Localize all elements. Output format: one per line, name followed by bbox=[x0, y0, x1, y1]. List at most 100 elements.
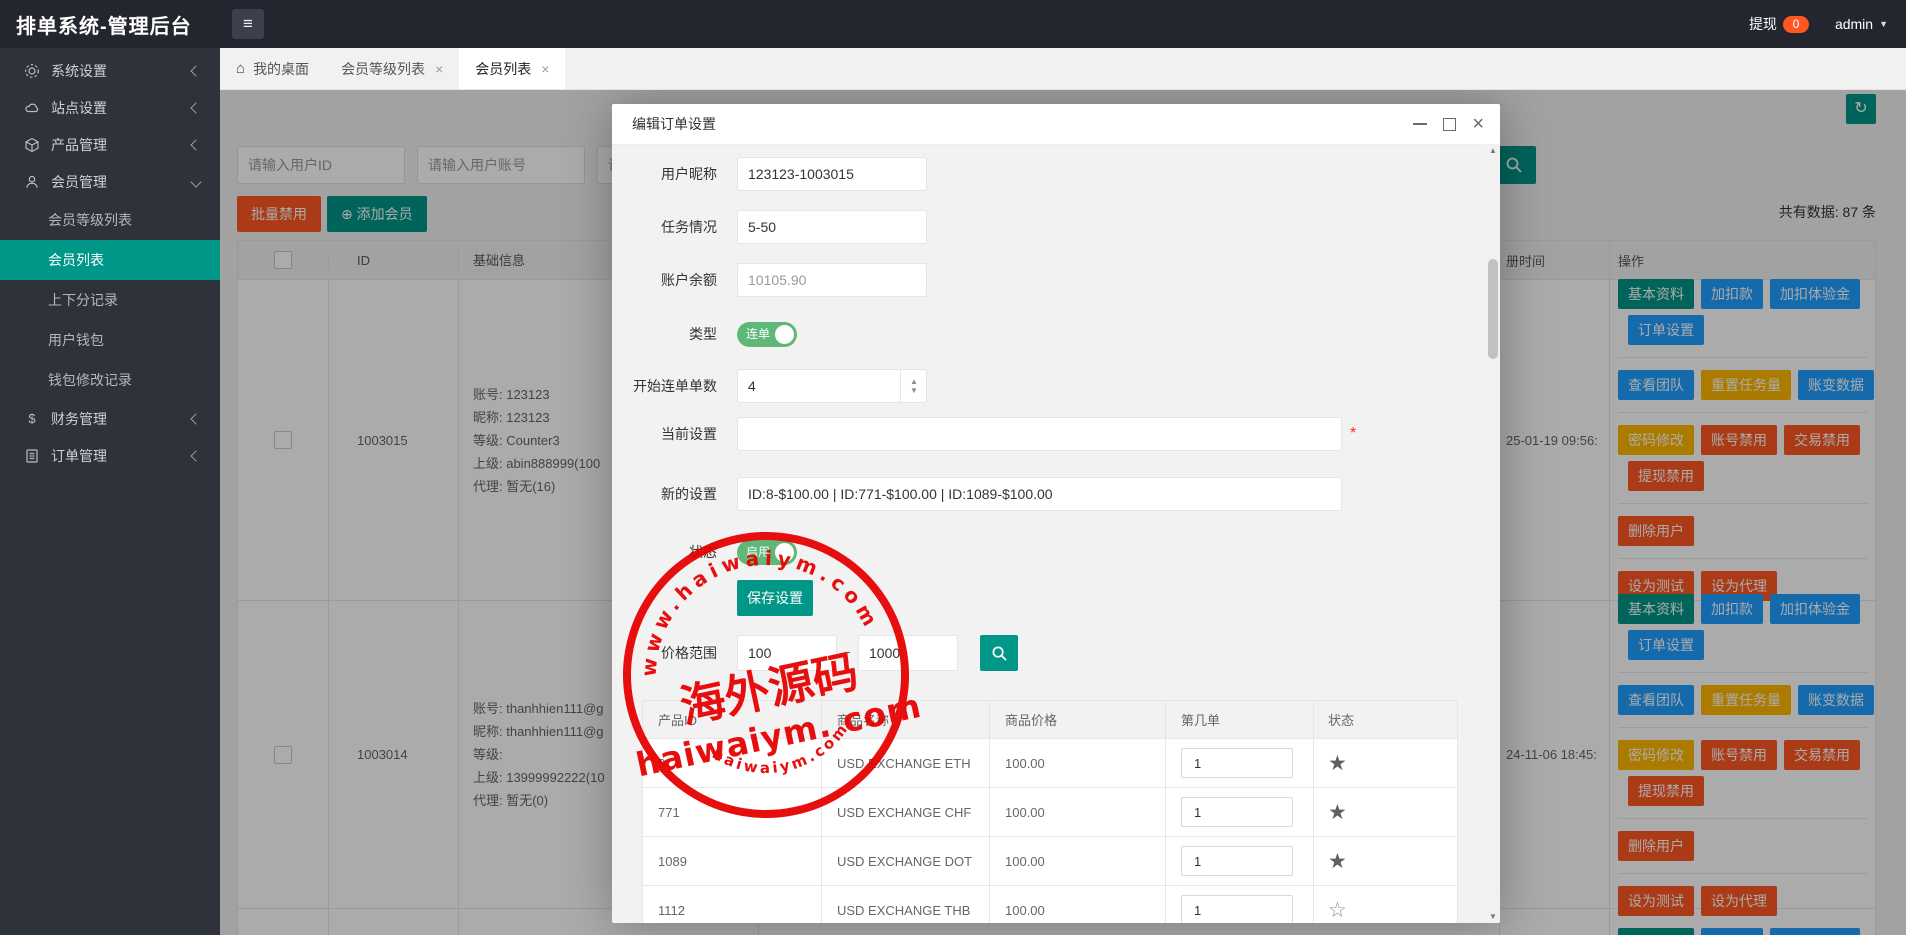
save-button[interactable]: 保存设置 bbox=[737, 580, 813, 616]
product-price: 100.00 bbox=[989, 886, 1165, 923]
number-stepper[interactable]: ▲▼ bbox=[900, 370, 927, 402]
chevron-left-icon bbox=[190, 102, 201, 113]
sidebar-item-system-settings[interactable]: 系统设置 bbox=[0, 52, 220, 89]
chevron-left-icon bbox=[190, 450, 201, 461]
close-icon[interactable]: × bbox=[541, 61, 549, 77]
type-label: 类型 bbox=[612, 318, 717, 350]
product-name: USD EXCHANGE CHF bbox=[821, 788, 989, 836]
status-toggle[interactable]: 启用 bbox=[737, 540, 797, 565]
withdraw-label: 提现 bbox=[1749, 14, 1777, 34]
product-price: 100.00 bbox=[989, 739, 1165, 787]
nth-order-input[interactable] bbox=[1181, 846, 1293, 876]
close-icon[interactable]: × bbox=[1472, 114, 1484, 134]
edit-order-settings-dialog: 编辑订单设置 × 用户昵称 任务情况 账户余额 类型 连单 bbox=[612, 104, 1500, 923]
sidebar-label: 产品管理 bbox=[51, 135, 107, 155]
col-nth-order: 第几单 bbox=[1165, 701, 1313, 738]
dialog-header: 编辑订单设置 × bbox=[612, 104, 1500, 145]
maximize-icon[interactable] bbox=[1443, 118, 1456, 131]
sidebar-label: 订单管理 bbox=[51, 446, 107, 466]
nth-order-input[interactable] bbox=[1181, 748, 1293, 778]
page: 排单系统-管理后台 ≡ 提现 0 admin ▼ 系统设置 站点设置 产品管理 bbox=[0, 0, 1906, 935]
price-max-input[interactable] bbox=[858, 635, 958, 671]
start-count-input[interactable] bbox=[737, 369, 927, 403]
app-title: 排单系统-管理后台 bbox=[16, 10, 212, 39]
product-price: 100.00 bbox=[989, 788, 1165, 836]
balance-label: 账户余额 bbox=[612, 263, 717, 297]
product-row: 771 USD EXCHANGE CHF 100.00 ★ bbox=[643, 788, 1457, 837]
scroll-down-icon[interactable]: ▼ bbox=[1486, 912, 1500, 921]
required-asterisk: * bbox=[1350, 425, 1356, 443]
tab-member-levels[interactable]: 会员等级列表 × bbox=[325, 48, 459, 89]
tab-label: 会员等级列表 bbox=[341, 59, 425, 79]
new-setting-input[interactable] bbox=[737, 477, 1342, 511]
star-icon[interactable]: ☆ bbox=[1328, 898, 1347, 923]
user-icon bbox=[24, 174, 40, 190]
chevron-down-icon: ▼ bbox=[1879, 19, 1888, 29]
cloud-icon bbox=[24, 100, 40, 116]
admin-dropdown[interactable]: admin ▼ bbox=[1835, 16, 1888, 32]
task-input[interactable] bbox=[737, 210, 927, 244]
withdraw-badge: 0 bbox=[1783, 16, 1809, 33]
col-status: 状态 bbox=[1313, 701, 1457, 738]
withdraw-link[interactable]: 提现 0 bbox=[1749, 14, 1809, 34]
sidebar-label: 系统设置 bbox=[51, 61, 107, 81]
sidebar-item-user-wallet[interactable]: 用户钱包 bbox=[0, 320, 220, 360]
product-table-header: 产品ID 商品名称 商品价格 第几单 状态 bbox=[643, 701, 1457, 739]
star-icon[interactable]: ★ bbox=[1328, 849, 1347, 874]
dialog-title: 编辑订单设置 bbox=[632, 114, 716, 134]
dialog-scrollbar[interactable]: ▲ ▼ bbox=[1486, 144, 1500, 923]
star-icon[interactable]: ★ bbox=[1328, 751, 1347, 776]
sidebar-item-updown-records[interactable]: 上下分记录 bbox=[0, 280, 220, 320]
price-min-input[interactable] bbox=[737, 635, 837, 671]
product-price: 100.00 bbox=[989, 837, 1165, 885]
product-name: USD EXCHANGE DOT bbox=[821, 837, 989, 885]
chevron-left-icon bbox=[190, 139, 201, 150]
hamburger-icon[interactable]: ≡ bbox=[232, 9, 264, 39]
price-search-icon[interactable] bbox=[980, 635, 1018, 671]
sidebar-item-site-settings[interactable]: 站点设置 bbox=[0, 89, 220, 126]
tab-desktop[interactable]: ⌂ 我的桌面 bbox=[220, 48, 325, 89]
scrollbar-thumb[interactable] bbox=[1488, 259, 1498, 359]
sidebar-item-product-management[interactable]: 产品管理 bbox=[0, 126, 220, 163]
product-id: 1112 bbox=[643, 886, 821, 923]
sidebar-label: 站点设置 bbox=[51, 98, 107, 118]
tab-member-list[interactable]: 会员列表 × bbox=[459, 48, 565, 89]
sidebar-item-wallet-log[interactable]: 钱包修改记录 bbox=[0, 360, 220, 400]
nickname-label: 用户昵称 bbox=[612, 157, 717, 191]
star-icon[interactable]: ★ bbox=[1328, 800, 1347, 825]
header-right: 提现 0 admin ▼ bbox=[1749, 0, 1888, 48]
sidebar-item-member-levels[interactable]: 会员等级列表 bbox=[0, 200, 220, 240]
sidebar-item-order-management[interactable]: 订单管理 bbox=[0, 437, 220, 474]
tabbar: ⌂ 我的桌面 会员等级列表 × 会员列表 × bbox=[220, 48, 1906, 90]
sidebar-item-member-list[interactable]: 会员列表 bbox=[0, 240, 220, 280]
sidebar-item-finance[interactable]: $ 财务管理 bbox=[0, 400, 220, 437]
range-dash: - bbox=[846, 643, 851, 659]
col-product-price: 商品价格 bbox=[989, 701, 1165, 738]
close-icon[interactable]: × bbox=[435, 61, 443, 77]
sidebar-item-member-management[interactable]: 会员管理 bbox=[0, 163, 220, 200]
current-setting-input[interactable] bbox=[737, 417, 1342, 451]
minimize-icon[interactable] bbox=[1413, 123, 1427, 125]
home-icon: ⌂ bbox=[236, 60, 245, 77]
product-name: USD EXCHANGE ETH bbox=[821, 739, 989, 787]
col-product-id: 产品ID bbox=[643, 701, 821, 738]
task-label: 任务情况 bbox=[612, 210, 717, 244]
scroll-up-icon[interactable]: ▲ bbox=[1486, 146, 1500, 155]
nth-order-input[interactable] bbox=[1181, 895, 1293, 923]
product-table: 产品ID 商品名称 商品价格 第几单 状态 8 USD EXCHANGE ETH… bbox=[642, 700, 1458, 923]
sidebar: 系统设置 站点设置 产品管理 会员管理 会员等级列表 会员列表 上下分记录 用户… bbox=[0, 48, 220, 935]
chevron-left-icon bbox=[190, 65, 201, 76]
nth-order-input[interactable] bbox=[1181, 797, 1293, 827]
status-label: 状态 bbox=[612, 536, 717, 568]
gear-icon bbox=[24, 63, 40, 79]
nickname-input[interactable] bbox=[737, 157, 927, 191]
tab-label: 我的桌面 bbox=[253, 59, 309, 79]
dialog-body: 用户昵称 任务情况 账户余额 类型 连单 开始连单单数 ▲▼ 当前设置 bbox=[612, 144, 1500, 923]
col-product-name: 商品名称 bbox=[821, 701, 989, 738]
balance-input[interactable] bbox=[737, 263, 927, 297]
sidebar-label: 会员管理 bbox=[51, 172, 107, 192]
product-id: 1089 bbox=[643, 837, 821, 885]
current-setting-label: 当前设置 bbox=[612, 417, 717, 451]
sidebar-label: 财务管理 bbox=[51, 409, 107, 429]
type-toggle[interactable]: 连单 bbox=[737, 322, 797, 347]
